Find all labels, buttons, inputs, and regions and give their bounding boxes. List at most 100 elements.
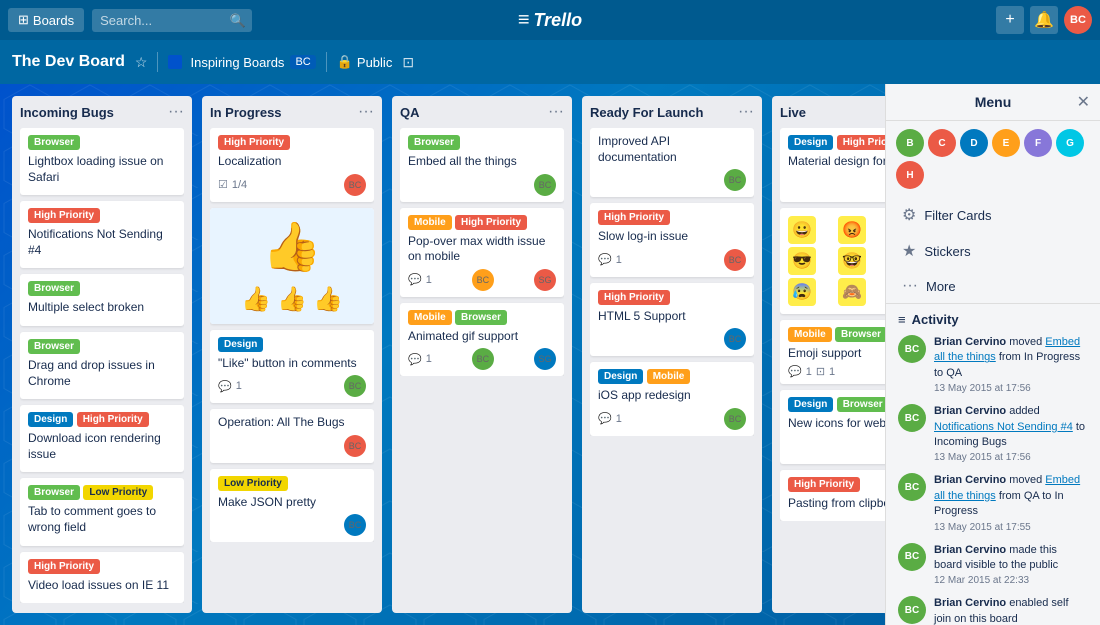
- boards-button[interactable]: ⊞ Boards: [8, 8, 84, 32]
- column-menu-icon[interactable]: ···: [168, 104, 184, 120]
- tag-high-priority: High Priority: [837, 135, 890, 150]
- members-row: B C D E F G H: [886, 121, 1100, 197]
- card[interactable]: Design Mobile iOS app redesign 💬 1 BC: [590, 362, 754, 436]
- thumbs-blue-icon: 👍: [241, 285, 271, 314]
- member-avatar[interactable]: G: [1056, 129, 1084, 157]
- tag-low-priority: Low Priority: [83, 485, 153, 500]
- card[interactable]: Mobile High Priority Pop-over max width …: [400, 208, 564, 297]
- activity-section: ≡ Activity BC Brian Cervino moved Embed …: [886, 303, 1100, 625]
- card[interactable]: Mobile Browser Animated gif support 💬 1 …: [400, 303, 564, 377]
- card[interactable]: High Priority Notifications Not Sending …: [20, 201, 184, 268]
- column-menu-icon[interactable]: ···: [358, 104, 374, 120]
- stickers-item[interactable]: ★ Stickers: [890, 233, 1096, 269]
- filter-cards-item[interactable]: ⚙ Filter Cards: [890, 197, 1096, 233]
- member-avatar[interactable]: H: [896, 161, 924, 189]
- card[interactable]: Browser Embed all the things BC: [400, 128, 564, 202]
- card-title: Tab to comment goes to wrong field: [28, 504, 176, 535]
- column-qa: QA ··· Browser Embed all the things BC M…: [392, 96, 572, 613]
- filter-icon[interactable]: ⊡: [402, 54, 414, 71]
- card[interactable]: Design "Like" button in comments 💬 1 BC: [210, 330, 374, 404]
- search-input[interactable]: [92, 9, 252, 32]
- activity-link[interactable]: Notifications Not Sending #4: [934, 421, 1073, 433]
- column-header: Incoming Bugs ···: [20, 104, 184, 120]
- column-live: Live ··· Design High Priority Material d…: [772, 96, 890, 613]
- card[interactable]: Browser Low Priority Tab to comment goes…: [20, 478, 184, 545]
- card[interactable]: High Priority HTML 5 Support BC: [590, 283, 754, 357]
- card[interactable]: Browser Drag and drop issues in Chrome: [20, 332, 184, 399]
- activity-item: BC Brian Cervino added Notifications Not…: [898, 404, 1088, 463]
- comment-count: 1: [806, 366, 812, 378]
- card-avatar2: SG: [534, 348, 556, 370]
- card[interactable]: Operation: All The Bugs BC: [210, 409, 374, 463]
- activity-text: Brian Cervino moved Embed all the things…: [934, 335, 1088, 381]
- star-icon[interactable]: ☆: [135, 54, 148, 71]
- member-avatar[interactable]: F: [1024, 129, 1052, 157]
- card[interactable]: Browser Lightbox loading issue on Safari: [20, 128, 184, 195]
- member-avatar[interactable]: B: [896, 129, 924, 157]
- activity-item: BC Brian Cervino moved Embed all the thi…: [898, 335, 1088, 394]
- card-thumbs[interactable]: 👍 👍 👍 👍: [210, 208, 374, 324]
- column-incoming-bugs: Incoming Bugs ··· Browser Lightbox loadi…: [12, 96, 192, 613]
- column-menu-icon[interactable]: ···: [738, 104, 754, 120]
- bc-badge: BC: [290, 55, 315, 69]
- card[interactable]: Improved API documentation BC: [590, 128, 754, 197]
- card-title: "Like" button in comments: [218, 356, 366, 372]
- card-title: Material design for Android: [788, 154, 890, 170]
- user-avatar[interactable]: BC: [1064, 6, 1092, 34]
- card-avatar: BC: [344, 514, 366, 536]
- column-menu-icon[interactable]: ···: [548, 104, 564, 120]
- visibility-control[interactable]: 🔒 Public: [337, 54, 393, 70]
- notification-button[interactable]: 🔔: [1030, 6, 1058, 34]
- tag-mobile: Mobile: [408, 215, 452, 230]
- more-label: More: [926, 279, 956, 294]
- member-avatar[interactable]: E: [992, 129, 1020, 157]
- more-item[interactable]: ··· More: [890, 269, 1096, 303]
- comment-icon: 💬: [218, 380, 232, 393]
- menu-title: Menu: [975, 94, 1012, 110]
- card[interactable]: Design High Priority Download icon rende…: [20, 405, 184, 472]
- more-icon: ···: [902, 277, 918, 295]
- card[interactable]: High Priority Video load issues on IE 11: [20, 552, 184, 604]
- tag-browser: Browser: [28, 135, 80, 150]
- card-avatar: BC: [472, 348, 494, 370]
- card-icons: BC: [218, 435, 366, 457]
- card-icons: BC: [598, 328, 746, 350]
- activity-text: Brian Cervino enabled self join on this …: [934, 596, 1088, 625]
- member-avatar[interactable]: C: [928, 129, 956, 157]
- card[interactable]: Design High Priority Material design for…: [780, 128, 890, 202]
- checklist-icon: ☑: [218, 178, 228, 191]
- card[interactable]: High Priority Slow log-in issue 💬 1 BC: [590, 203, 754, 277]
- comment-count: 1: [616, 254, 622, 266]
- activity-avatar: BC: [898, 543, 926, 571]
- column-title: Ready For Launch: [590, 105, 703, 120]
- card[interactable]: Browser Multiple select broken: [20, 274, 184, 326]
- activity-time: 13 May 2015 at 17:55: [934, 522, 1088, 533]
- tag-browser: Browser: [455, 310, 507, 325]
- card[interactable]: Low Priority Make JSON pretty BC: [210, 469, 374, 543]
- card-title: Lightbox loading issue on Safari: [28, 154, 176, 185]
- card-avatar: BC: [724, 408, 746, 430]
- comment-icon: 💬: [408, 273, 422, 286]
- thumbs-red-icon: 👍: [313, 285, 343, 314]
- card[interactable]: High Priority Pasting from clipboard: [780, 470, 890, 522]
- card-title: iOS app redesign: [598, 388, 746, 404]
- card-title: Operation: All The Bugs: [218, 415, 366, 431]
- thumbs-green-icon: 👍: [277, 285, 307, 314]
- board-nav-label[interactable]: Inspiring Boards: [190, 55, 284, 70]
- card[interactable]: Mobile Browser Emoji support 💬 1 ⊡ 1: [780, 320, 890, 385]
- card[interactable]: High Priority Localization ☑ 1/4 BC: [210, 128, 374, 202]
- stickers-label: Stickers: [924, 244, 970, 259]
- board-header: The Dev Board ☆ Inspiring Boards BC 🔒 Pu…: [0, 40, 1100, 84]
- card-title: Pasting from clipboard: [788, 496, 890, 512]
- card-emoji[interactable]: 😀 😡 😲 😎 🤓 😝 😰 🙈 😏: [780, 208, 890, 314]
- add-button[interactable]: +: [996, 6, 1024, 34]
- thumbs-up-image: 👍: [262, 221, 322, 274]
- card[interactable]: Design Browser New icons for web BC: [780, 390, 890, 464]
- tag-high-priority: High Priority: [77, 412, 149, 427]
- card-title: New icons for web: [788, 416, 890, 432]
- close-menu-button[interactable]: ✕: [1077, 92, 1090, 112]
- card-icons: BC: [408, 174, 556, 196]
- member-avatar[interactable]: D: [960, 129, 988, 157]
- card-avatar: BC: [724, 328, 746, 350]
- column-header: Ready For Launch ···: [590, 104, 754, 120]
